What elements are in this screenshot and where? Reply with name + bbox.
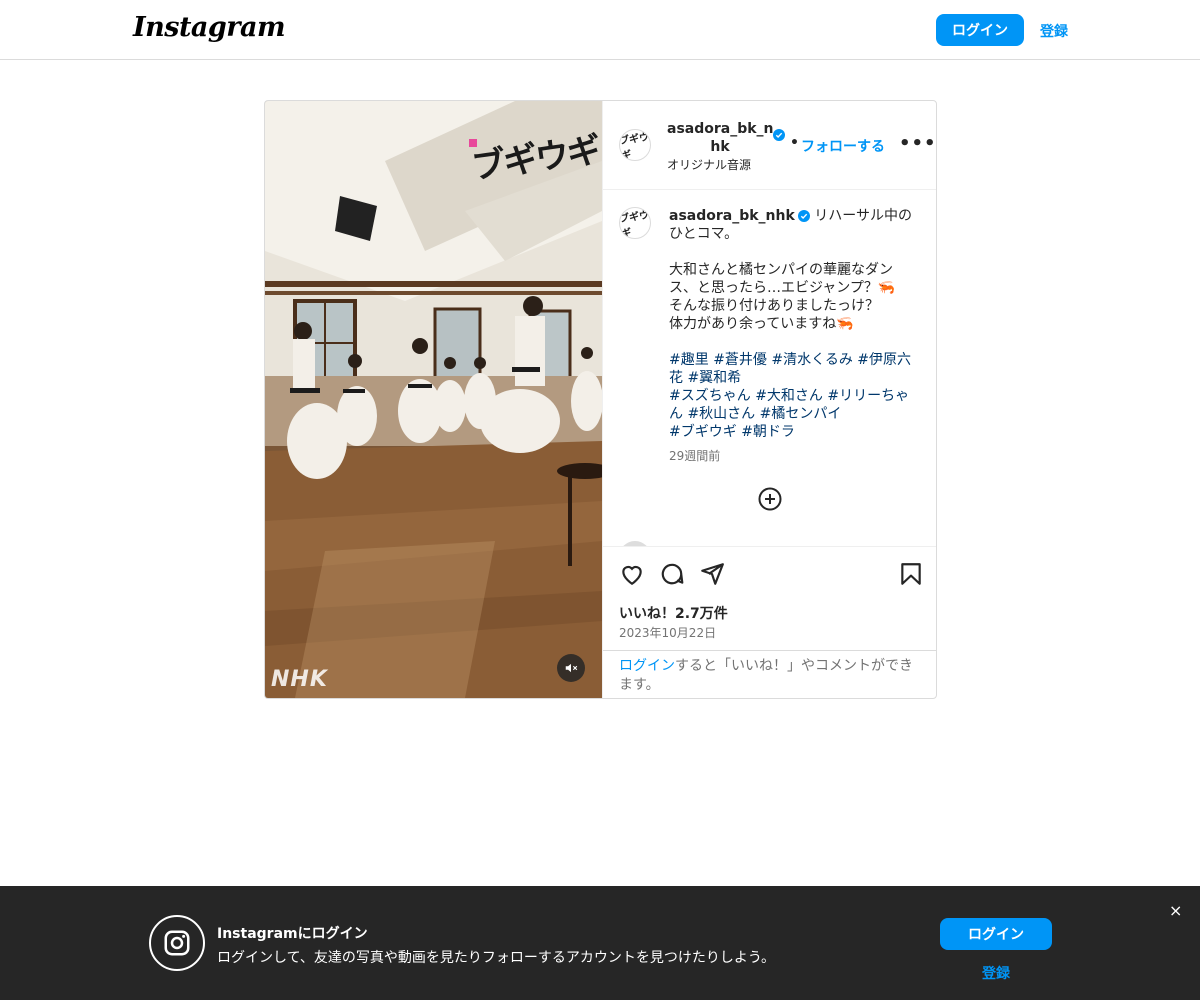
caption-avatar-text: ブギウギ <box>619 210 650 239</box>
top-navigation-bar: Instagram ログイン 登録 <box>0 0 1200 60</box>
more-horizontal-icon[interactable]: ••• <box>899 135 936 153</box>
post-card: ブギウギ NHK ブギウギ asadora_bk_n hk • フォローする オ… <box>264 100 937 699</box>
banner-signup-link[interactable]: 登録 <box>982 963 1010 983</box>
hashtag-link[interactable]: #清水くるみ <box>771 352 852 368</box>
avatar-logo-text: ブギウギ <box>619 132 650 161</box>
login-banner: Instagramにログイン ログインして、友達の写真や動画を見たりフォローする… <box>0 886 1200 1000</box>
header-separator: • <box>790 135 799 151</box>
hashtag-link[interactable]: #趣里 <box>669 352 709 368</box>
hashtag-link[interactable]: #蒼井優 <box>713 352 767 368</box>
original-audio-link[interactable]: オリジナル音源 <box>667 156 751 173</box>
volume-muted-icon[interactable] <box>557 654 585 682</box>
top-signup-link[interactable]: 登録 <box>1040 21 1068 41</box>
instagram-icon <box>149 915 205 971</box>
caption-avatar[interactable]: ブギウギ <box>619 207 651 239</box>
hashtags-line-2: #スズちゃん #大和さん #リリーちゃん #秋山さん #橘センパイ <box>669 388 909 422</box>
verified-badge-icon <box>773 129 785 141</box>
header-username[interactable]: asadora_bk_n hk <box>667 120 774 156</box>
post-header: ブギウギ asadora_bk_n hk • フォローする オリジナル音源 ••… <box>603 101 936 190</box>
hashtag-link[interactable]: #橘センパイ <box>760 406 842 422</box>
banner-subtitle: ログインして、友達の写真や動画を見たりフォローするアカウントを見つけたりしよう。 <box>217 950 776 966</box>
banner-login-button[interactable]: ログイン <box>940 918 1052 950</box>
like-count[interactable]: いいね！2.7万件 <box>619 603 728 623</box>
hashtags-line-1: #趣里 #蒼井優 #清水くるみ #伊原六花 #翼和希 <box>669 352 911 386</box>
header-avatar[interactable]: ブギウギ <box>619 129 651 161</box>
caption-verified-badge-icon <box>797 210 810 222</box>
caption-area: ブギウギ asadora_bk_nhk リハーサル中のひとコマ。 大和さんと橘セ… <box>603 191 936 546</box>
caption-time-ago[interactable]: 29週間前 <box>669 447 720 464</box>
hashtag-link[interactable]: #ブギウギ <box>669 424 737 440</box>
caption-username[interactable]: asadora_bk_nhk <box>669 208 795 224</box>
caption-body: 大和さんと橘センパイの華麗なダンス、と思ったら…エビジャンプ？🦐 そんな振り付け… <box>669 262 896 332</box>
login-prompt-link[interactable]: ログイン <box>619 658 675 674</box>
instagram-glyph-icon <box>164 930 190 956</box>
banner-title: Instagramにログイン <box>217 926 368 942</box>
video-frame-illustration <box>265 101 602 698</box>
post-sidebar: ブギウギ asadora_bk_n hk • フォローする オリジナル音源 ••… <box>602 101 936 698</box>
heart-icon[interactable] <box>619 561 645 587</box>
instagram-logo[interactable]: Instagram <box>133 12 286 43</box>
bookmark-icon[interactable] <box>898 561 924 587</box>
volume-muted-icon-glyph <box>565 663 578 673</box>
comment-icon[interactable] <box>659 561 685 587</box>
hashtag-link[interactable]: #翼和希 <box>687 370 741 386</box>
top-login-button[interactable]: ログイン <box>936 14 1024 46</box>
post-date[interactable]: 2023年10月22日 <box>619 624 716 641</box>
hashtag-link[interactable]: #大和さん <box>755 388 823 404</box>
hashtag-link[interactable]: #秋山さん <box>687 406 755 422</box>
login-prompt: ログインすると「いいね！」やコメントができます。 <box>603 650 936 698</box>
hashtag-link[interactable]: #スズちゃん <box>669 388 751 404</box>
hashtags-line-3: #ブギウギ #朝ドラ <box>669 424 795 440</box>
send-icon[interactable] <box>699 561 725 587</box>
nhk-watermark: NHK <box>271 667 328 692</box>
post-video[interactable]: ブギウギ NHK <box>265 101 602 698</box>
hashtag-link[interactable]: #朝ドラ <box>741 424 795 440</box>
follow-button[interactable]: フォローする <box>801 136 885 156</box>
post-actions: いいね！2.7万件 2023年10月22日 <box>603 546 936 651</box>
close-icon[interactable]: × <box>1169 901 1182 920</box>
plus-circle-icon[interactable] <box>758 487 782 511</box>
caption-text: asadora_bk_nhk リハーサル中のひとコマ。 大和さんと橘センパイの華… <box>669 207 919 441</box>
